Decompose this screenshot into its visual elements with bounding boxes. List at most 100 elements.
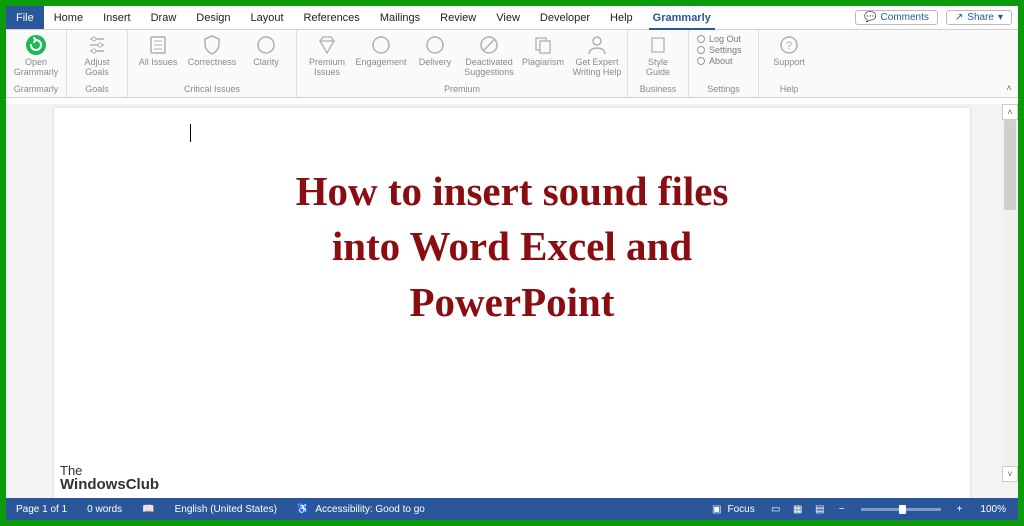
share-label: Share	[967, 12, 994, 23]
tab-design[interactable]: Design	[186, 6, 240, 29]
engagement-label: Engagement	[355, 58, 406, 68]
print-layout-button[interactable]: ▦	[787, 501, 809, 517]
logout-option[interactable]: Log Out	[697, 34, 750, 44]
group-premium: Premium Issues Engagement Delivery Deact…	[297, 30, 628, 97]
book-check-icon: 📖	[142, 504, 154, 515]
group-business-label: Business	[632, 82, 684, 97]
status-bar: Page 1 of 1 0 words 📖 English (United St…	[6, 498, 1018, 520]
print-layout-icon: ▦	[793, 504, 802, 515]
slash-circle-icon	[478, 34, 500, 56]
scroll-down-button[interactable]: ˅	[1002, 466, 1018, 482]
tab-home[interactable]: Home	[44, 6, 93, 29]
correctness-label: Correctness	[188, 58, 237, 68]
comments-button[interactable]: 💬 Comments	[855, 10, 938, 25]
plagiarism-label: Plagiarism	[522, 58, 564, 68]
ribbon-tabs: File Home Insert Draw Design Layout Refe…	[6, 6, 1018, 30]
settings-option[interactable]: Settings	[697, 45, 750, 55]
tab-help[interactable]: Help	[600, 6, 643, 29]
tab-file[interactable]: File	[6, 6, 44, 29]
tab-view[interactable]: View	[486, 6, 530, 29]
premium-issues-button[interactable]: Premium Issues	[301, 32, 353, 78]
circle-icon	[424, 34, 446, 56]
logout-label: Log Out	[709, 34, 741, 44]
expert-help-button[interactable]: Get Expert Writing Help	[571, 32, 623, 78]
about-option[interactable]: About	[697, 56, 750, 66]
read-mode-button[interactable]: ▭	[765, 501, 787, 517]
sliders-icon	[86, 34, 108, 56]
delivery-label: Delivery	[419, 58, 452, 68]
tab-insert[interactable]: Insert	[93, 6, 141, 29]
tab-developer[interactable]: Developer	[530, 6, 600, 29]
share-button[interactable]: ↗ Share ▾	[946, 10, 1012, 25]
group-premium-label: Premium	[301, 82, 623, 97]
zoom-slider[interactable]	[861, 508, 941, 511]
all-issues-button[interactable]: All Issues	[132, 32, 184, 68]
copy-icon	[532, 34, 554, 56]
adjust-goals-button[interactable]: Adjust Goals	[71, 32, 123, 78]
group-goals-label: Goals	[71, 82, 123, 97]
chevron-up-icon: ˄	[1007, 107, 1012, 117]
shield-icon	[201, 34, 223, 56]
focus-label: Focus	[728, 504, 755, 515]
diamond-icon	[316, 34, 338, 56]
share-icon: ↗	[955, 12, 963, 23]
scrollbar-thumb[interactable]	[1004, 120, 1016, 210]
tab-grammarly[interactable]: Grammarly	[643, 6, 721, 29]
group-settings: Log Out Settings About Settings	[689, 30, 759, 97]
document-page[interactable]: How to insert sound files into Word Exce…	[54, 108, 970, 498]
open-grammarly-label: Open Grammarly	[14, 58, 59, 78]
zoom-level[interactable]: 100%	[970, 498, 1018, 520]
language-status[interactable]: English (United States)	[165, 498, 287, 520]
radio-icon	[697, 46, 705, 54]
person-icon	[586, 34, 608, 56]
group-critical-label: Critical Issues	[132, 82, 292, 97]
vertical-scrollbar[interactable]	[1002, 120, 1018, 466]
watermark-logo: The WindowsClub	[60, 463, 159, 492]
list-icon	[147, 34, 169, 56]
headline-text: How to insert sound files into Word Exce…	[54, 164, 970, 330]
group-goals: Adjust Goals Goals	[67, 30, 128, 97]
web-layout-icon: ▤	[815, 504, 824, 515]
accessibility-status[interactable]: ♿ Accessibility: Good to go	[287, 498, 435, 520]
group-help: ? Support Help	[759, 30, 819, 97]
all-issues-label: All Issues	[139, 58, 178, 68]
help-icon: ?	[778, 34, 800, 56]
tab-mailings[interactable]: Mailings	[370, 6, 430, 29]
zoom-thumb[interactable]	[899, 505, 906, 514]
scroll-up-button[interactable]: ˄	[1002, 104, 1018, 120]
word-count[interactable]: 0 words	[77, 498, 132, 520]
spellcheck-status[interactable]: 📖	[132, 498, 164, 520]
accessibility-icon: ♿	[297, 504, 309, 515]
clarity-label: Clarity	[253, 58, 279, 68]
collapse-ribbon-button[interactable]: ˄	[1000, 30, 1018, 97]
page-status[interactable]: Page 1 of 1	[6, 498, 77, 520]
group-critical-issues: All Issues Correctness Clarity Critical …	[128, 30, 297, 97]
focus-mode-button[interactable]: ▣ Focus	[702, 498, 765, 520]
plagiarism-button[interactable]: Plagiarism	[517, 32, 569, 68]
style-guide-button[interactable]: Style Guide	[632, 32, 684, 78]
document-area: How to insert sound files into Word Exce…	[6, 104, 1018, 498]
ribbon: Open Grammarly Grammarly Adjust Goals Go…	[6, 30, 1018, 98]
premium-issues-label: Premium Issues	[309, 58, 345, 78]
chevron-up-icon: ˄	[1006, 83, 1011, 93]
clarity-button[interactable]: Clarity	[240, 32, 292, 68]
open-grammarly-button[interactable]: Open Grammarly	[10, 32, 62, 78]
grammarly-icon	[25, 34, 47, 56]
tab-layout[interactable]: Layout	[241, 6, 294, 29]
engagement-button[interactable]: Engagement	[355, 32, 407, 68]
group-help-label: Help	[763, 82, 815, 97]
tab-draw[interactable]: Draw	[141, 6, 187, 29]
expert-label: Get Expert Writing Help	[573, 58, 622, 78]
deactivated-suggestions-button[interactable]: Deactivated Suggestions	[463, 32, 515, 78]
zoom-out-button[interactable]: −	[835, 504, 849, 515]
tab-review[interactable]: Review	[430, 6, 486, 29]
svg-text:?: ?	[786, 40, 792, 52]
zoom-in-button[interactable]: +	[953, 504, 967, 515]
tab-references[interactable]: References	[294, 6, 370, 29]
web-layout-button[interactable]: ▤	[809, 501, 831, 517]
support-button[interactable]: ? Support	[763, 32, 815, 68]
delivery-button[interactable]: Delivery	[409, 32, 461, 68]
group-business: Style Guide Business	[628, 30, 689, 97]
support-label: Support	[773, 58, 805, 68]
correctness-button[interactable]: Correctness	[186, 32, 238, 68]
